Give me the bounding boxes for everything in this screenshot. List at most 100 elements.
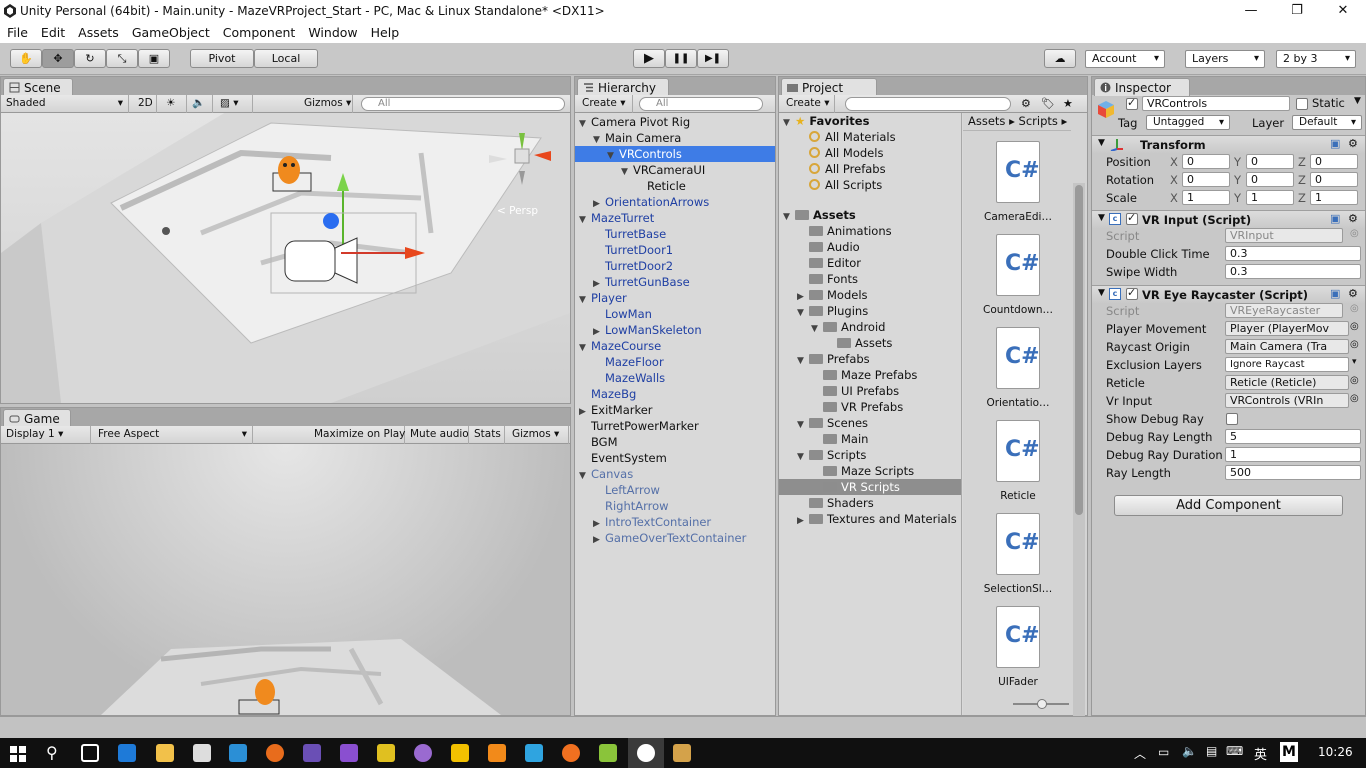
- breadcrumb-scripts[interactable]: Scripts: [1019, 114, 1058, 128]
- scene-gizmos-dropdown[interactable]: Gizmos ▾: [299, 95, 353, 113]
- static-dropdown-arrow[interactable]: ▼: [1354, 96, 1361, 106]
- unity-taskbar-button[interactable]: [628, 738, 664, 768]
- android-icon[interactable]: [599, 744, 617, 762]
- vrinput-header[interactable]: ▼ c VR Input (Script) ▣ ⚙: [1092, 210, 1365, 228]
- raycaster-field-value[interactable]: Ignore Raycast: [1225, 357, 1349, 372]
- hierarchy-item[interactable]: ▶ IntroTextContainer: [575, 514, 775, 530]
- folder-item[interactable]: Audio: [779, 239, 961, 255]
- local-toggle[interactable]: Local: [254, 49, 318, 68]
- favorites-header[interactable]: ▼ ★ Favorites: [779, 113, 961, 129]
- hierarchy-item[interactable]: TurretDoor2: [575, 258, 775, 274]
- folder-item[interactable]: ▼ Prefabs: [779, 351, 961, 367]
- layers-dropdown[interactable]: Layers: [1185, 50, 1265, 68]
- menu-window[interactable]: Window: [301, 23, 363, 40]
- hierarchy-item[interactable]: MazeBg: [575, 386, 775, 402]
- csharp-script-icon[interactable]: C#: [996, 606, 1040, 668]
- step-button[interactable]: ▶❚: [697, 49, 729, 68]
- visual-studio-icon[interactable]: [340, 744, 358, 762]
- script-file-label[interactable]: Reticle: [983, 490, 1053, 502]
- hierarchy-item[interactable]: ▼ Camera Pivot Rig: [575, 114, 775, 130]
- fold-arrow-icon[interactable]: ▼: [579, 340, 591, 356]
- stats-toggle[interactable]: Stats: [469, 426, 505, 444]
- transform-rotation-field[interactable]: 0: [1182, 172, 1230, 187]
- frame-app-icon[interactable]: [451, 744, 469, 762]
- tray-chevron-icon[interactable]: ︿: [1134, 745, 1146, 762]
- hierarchy-item[interactable]: TurretPowerMarker: [575, 418, 775, 434]
- transform-header[interactable]: ▼ Transform ▣ ⚙: [1092, 135, 1365, 153]
- hierarchy-item[interactable]: RightArrow: [575, 498, 775, 514]
- transform-scale-field[interactable]: 1: [1310, 190, 1358, 205]
- object-picker-icon[interactable]: ◎: [1350, 321, 1359, 332]
- transform-position-field[interactable]: 0: [1310, 154, 1358, 169]
- folder-item[interactable]: ▶ Textures and Materials: [779, 511, 961, 527]
- lighting-icon[interactable]: ☀: [161, 95, 187, 113]
- game-viewport[interactable]: [1, 444, 570, 715]
- help-book-icon[interactable]: ▣: [1330, 287, 1340, 300]
- windows-start-icon[interactable]: [10, 746, 26, 765]
- script-file-label[interactable]: Orientatio…: [983, 397, 1053, 409]
- fold-arrow-icon[interactable]: ▼: [797, 305, 809, 321]
- effects-icon[interactable]: ▨ ▾: [215, 95, 253, 113]
- pivot-toggle[interactable]: Pivot: [190, 49, 254, 68]
- hierarchy-item[interactable]: ▼ VRControls: [575, 146, 775, 162]
- transform-scale-field[interactable]: 1: [1246, 190, 1294, 205]
- menu-help[interactable]: Help: [364, 23, 406, 40]
- notification-icon[interactable]: ▤: [1206, 744, 1217, 758]
- folder-item[interactable]: ▼ Scripts: [779, 447, 961, 463]
- display-dropdown[interactable]: Display 1 ▾: [1, 426, 91, 444]
- hierarchy-item[interactable]: ▶ GameOverTextContainer: [575, 530, 775, 546]
- favorite-item[interactable]: All Models: [779, 145, 961, 161]
- tab-game[interactable]: Game: [3, 409, 71, 427]
- raycaster-field-value[interactable]: Reticle (Reticle): [1225, 375, 1349, 390]
- csharp-script-icon[interactable]: C#: [996, 420, 1040, 482]
- 2d-toggle[interactable]: 2D: [133, 95, 157, 113]
- hierarchy-search-input[interactable]: All: [639, 97, 763, 111]
- tab-project[interactable]: Project: [781, 78, 877, 96]
- network-icon[interactable]: ▭: [1158, 745, 1169, 759]
- folder-item[interactable]: Animations: [779, 223, 961, 239]
- object-picker-icon[interactable]: ◎: [1350, 375, 1359, 386]
- hierarchy-item[interactable]: TurretDoor1: [575, 242, 775, 258]
- folder-item[interactable]: VR Prefabs: [779, 399, 961, 415]
- folder-item[interactable]: Maze Prefabs: [779, 367, 961, 383]
- hierarchy-item[interactable]: BGM: [575, 434, 775, 450]
- globe-app-icon[interactable]: [414, 744, 432, 762]
- object-picker-icon[interactable]: ◎: [1350, 339, 1359, 350]
- raycaster-field-value[interactable]: Player (PlayerMov: [1225, 321, 1349, 336]
- scene-orientation-gizmo[interactable]: [489, 125, 559, 195]
- settings-gear-icon[interactable]: ⚙: [1348, 137, 1358, 150]
- double-click-field[interactable]: 0.3: [1225, 246, 1361, 261]
- account-dropdown[interactable]: Account: [1085, 50, 1165, 68]
- layer-dropdown[interactable]: Default: [1292, 115, 1362, 130]
- menu-file[interactable]: File: [0, 23, 34, 40]
- add-component-button[interactable]: Add Component: [1114, 495, 1343, 516]
- csharp-script-icon[interactable]: C#: [996, 141, 1040, 203]
- swipe-width-field[interactable]: 0.3: [1225, 264, 1361, 279]
- hierarchy-item[interactable]: ▶ TurretGunBase: [575, 274, 775, 290]
- persp-label[interactable]: < Persp: [497, 205, 538, 217]
- static-checkbox[interactable]: [1296, 98, 1308, 110]
- ime-indicator[interactable]: 英: [1254, 744, 1267, 763]
- icon-size-slider-knob[interactable]: [1037, 699, 1047, 709]
- search-icon[interactable]: ⚲: [46, 743, 58, 762]
- fold-arrow-icon[interactable]: ▼: [579, 468, 591, 484]
- store-icon[interactable]: [193, 744, 211, 762]
- move-tool-icon[interactable]: ✥: [42, 49, 74, 68]
- fold-arrow-icon[interactable]: ▼: [811, 321, 823, 337]
- folder-item[interactable]: Main: [779, 431, 961, 447]
- pause-button[interactable]: ❚❚: [665, 49, 697, 68]
- script-file-label[interactable]: UIFader: [983, 676, 1053, 688]
- transform-fold-arrow[interactable]: ▼: [1098, 138, 1105, 148]
- raycaster-field-value[interactable]: VRControls (VRIn: [1225, 393, 1349, 408]
- csharp-script-icon[interactable]: C#: [996, 234, 1040, 296]
- object-picker-icon[interactable]: ◎: [1350, 303, 1359, 314]
- folder-item[interactable]: Maze Scripts: [779, 463, 961, 479]
- tab-scene[interactable]: Scene: [3, 78, 73, 96]
- close-button[interactable]: ✕: [1320, 0, 1366, 23]
- raycaster-field-value[interactable]: 5: [1225, 429, 1361, 444]
- hierarchy-item[interactable]: Reticle: [575, 178, 775, 194]
- assets-header[interactable]: ▼ Assets: [779, 207, 961, 223]
- play-button[interactable]: ▶: [633, 49, 665, 68]
- folder-item[interactable]: UI Prefabs: [779, 383, 961, 399]
- fold-arrow-icon[interactable]: ▼: [797, 417, 809, 433]
